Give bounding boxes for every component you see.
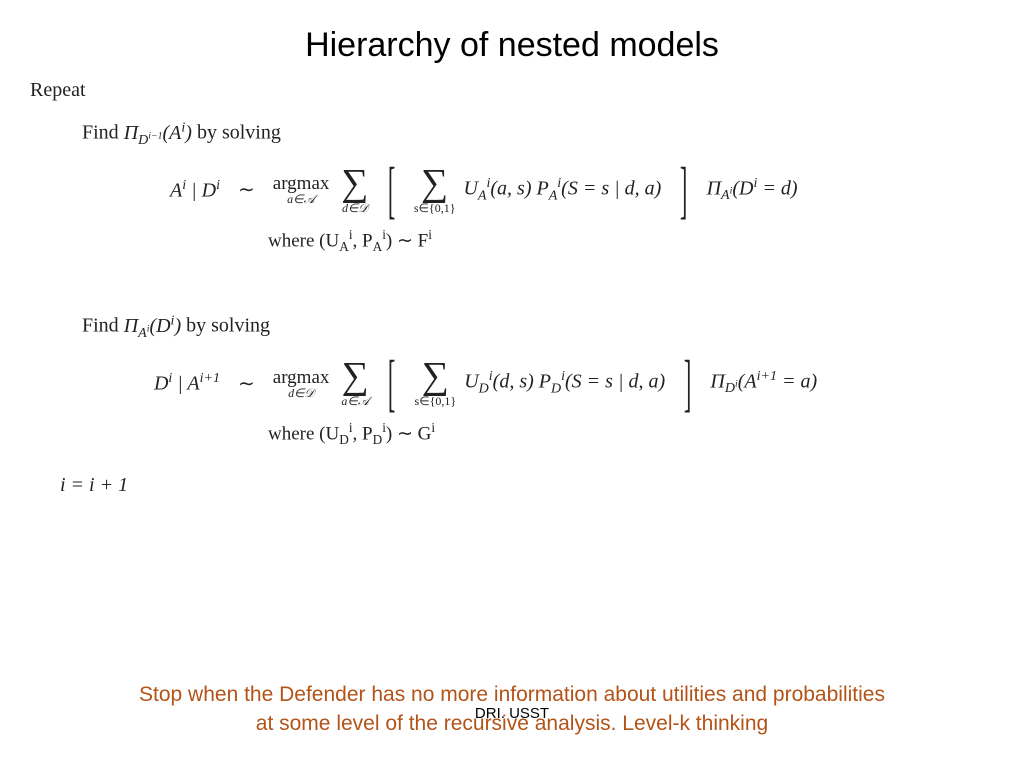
footer-line-1: Stop when the Defender has no more infor… bbox=[139, 683, 885, 706]
sum-inner: ∑ s∈{0,1} bbox=[415, 359, 457, 407]
block2-find-line: Find ΠAi(Di) by solving bbox=[82, 313, 994, 342]
argmax-operator: argmax a∈𝒜 bbox=[273, 174, 330, 205]
block2-where: where (UDi, PDi) ∼ Gi bbox=[268, 420, 994, 448]
block1-find-line: Find ΠDi−1(Ai) by solving bbox=[82, 120, 994, 149]
right-bracket-icon: ] bbox=[680, 163, 687, 217]
sum-inner: ∑ s∈{0,1} bbox=[414, 166, 456, 214]
left-bracket-icon: [ bbox=[388, 356, 395, 410]
sum-outer: ∑ d∈𝒟 bbox=[341, 166, 368, 214]
block1-inside: UAi(a, s) PAi(S = s | d, a) bbox=[463, 176, 661, 205]
block1-where: where (UAi, PAi) ∼ Fi bbox=[268, 227, 994, 255]
sigma-icon: ∑ bbox=[421, 166, 448, 200]
sigma-icon: ∑ bbox=[342, 359, 369, 393]
block2-tail: ΠDi(Ai+1 = a) bbox=[710, 369, 817, 398]
sum-outer-sub: d∈𝒟 bbox=[342, 202, 368, 214]
sum-inner-sub: s∈{0,1} bbox=[415, 395, 457, 407]
block1-find-suffix: by solving bbox=[192, 122, 281, 144]
block2-inside: UDi(d, s) PDi(S = s | d, a) bbox=[464, 369, 665, 398]
tilde-operator: ∼ bbox=[232, 177, 261, 202]
block1-find-prefix: Find bbox=[82, 122, 124, 144]
block1-equation: Ai | Di ∼ argmax a∈𝒜 ∑ d∈𝒟 [ ∑ s∈{0,1} U… bbox=[100, 163, 994, 217]
increment-line: i = i + 1 bbox=[60, 474, 994, 497]
sum-inner-sub: s∈{0,1} bbox=[414, 202, 456, 214]
block1-find-expr: ΠDi−1(Ai) bbox=[124, 122, 192, 144]
argmax-label: argmax bbox=[273, 174, 330, 193]
sigma-icon: ∑ bbox=[422, 359, 449, 393]
block2-equation: Di | Ai+1 ∼ argmax d∈𝒟 ∑ a∈𝒜 [ ∑ s∈{0,1}… bbox=[100, 356, 994, 410]
page-marker: DRI. USST bbox=[0, 705, 1024, 722]
sum-outer: ∑ a∈𝒜 bbox=[341, 359, 369, 407]
repeat-label: Repeat bbox=[30, 79, 994, 102]
block2-find-expr: ΠAi(Di) bbox=[124, 315, 181, 337]
slide-title: Hierarchy of nested models bbox=[0, 0, 1024, 71]
argmax-operator: argmax d∈𝒟 bbox=[273, 368, 330, 399]
sigma-icon: ∑ bbox=[341, 166, 368, 200]
block2-find-prefix: Find bbox=[82, 315, 124, 337]
argmax-sub: a∈𝒜 bbox=[287, 193, 315, 205]
block1-lhs: Ai | Di bbox=[100, 178, 220, 203]
tilde-operator: ∼ bbox=[232, 371, 261, 396]
argmax-label: argmax bbox=[273, 368, 330, 387]
right-bracket-icon: ] bbox=[684, 356, 691, 410]
argmax-sub: d∈𝒟 bbox=[288, 387, 314, 399]
slide-body: Repeat Find ΠDi−1(Ai) by solving Ai | Di… bbox=[0, 79, 1024, 497]
block2-find-suffix: by solving bbox=[181, 315, 270, 337]
block1-tail: ΠAi(Di = d) bbox=[707, 176, 798, 205]
sum-outer-sub: a∈𝒜 bbox=[341, 395, 369, 407]
block2-lhs: Di | Ai+1 bbox=[100, 371, 220, 396]
left-bracket-icon: [ bbox=[387, 163, 394, 217]
